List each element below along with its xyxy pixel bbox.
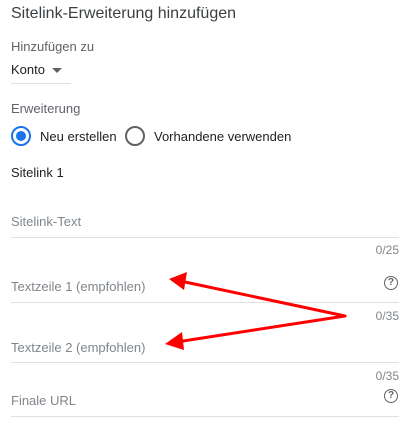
radio-use-existing[interactable]: Vorhandene verwenden	[125, 125, 300, 147]
add-to-label: Hinzufügen zu	[11, 39, 95, 54]
radio-use-existing-label: Vorhandene verwenden	[154, 129, 292, 144]
text-line-2-counter: 0/35	[375, 369, 399, 383]
radio-create-new[interactable]: Neu erstellen	[11, 125, 123, 147]
radio-create-new-label: Neu erstellen	[40, 129, 117, 144]
text-line-1-input[interactable]: Textzeile 1 (empfohlen)	[11, 268, 399, 303]
final-url-placeholder: Finale URL	[11, 393, 77, 408]
help-icon[interactable]: ?	[384, 276, 398, 290]
add-to-dropdown[interactable]: Konto	[11, 58, 71, 84]
sitelink-text-counter: 0/25	[375, 243, 399, 257]
text-line-1-placeholder: Textzeile 1 (empfohlen)	[11, 279, 146, 294]
sitelink-text-input[interactable]: Sitelink-Text	[11, 205, 399, 238]
radio-checked-icon	[11, 126, 31, 146]
text-line-2-placeholder: Textzeile 2 (empfohlen)	[11, 340, 146, 355]
extension-label: Erweiterung	[11, 101, 81, 116]
dropdown-arrow-icon	[52, 68, 62, 73]
add-to-selected-value: Konto	[11, 62, 45, 77]
radio-unchecked-icon	[125, 126, 145, 146]
help-icon[interactable]: ?	[384, 389, 398, 403]
text-line-2-input[interactable]: Textzeile 2 (empfohlen)	[11, 330, 399, 363]
dialog-title: Sitelink-Erweiterung hinzufügen	[11, 5, 237, 22]
sitelink-heading: Sitelink 1	[11, 165, 64, 180]
final-url-input[interactable]: Finale URL	[11, 384, 399, 417]
text-line-1-counter: 0/35	[375, 309, 399, 323]
sitelink-text-placeholder: Sitelink-Text	[11, 214, 82, 229]
